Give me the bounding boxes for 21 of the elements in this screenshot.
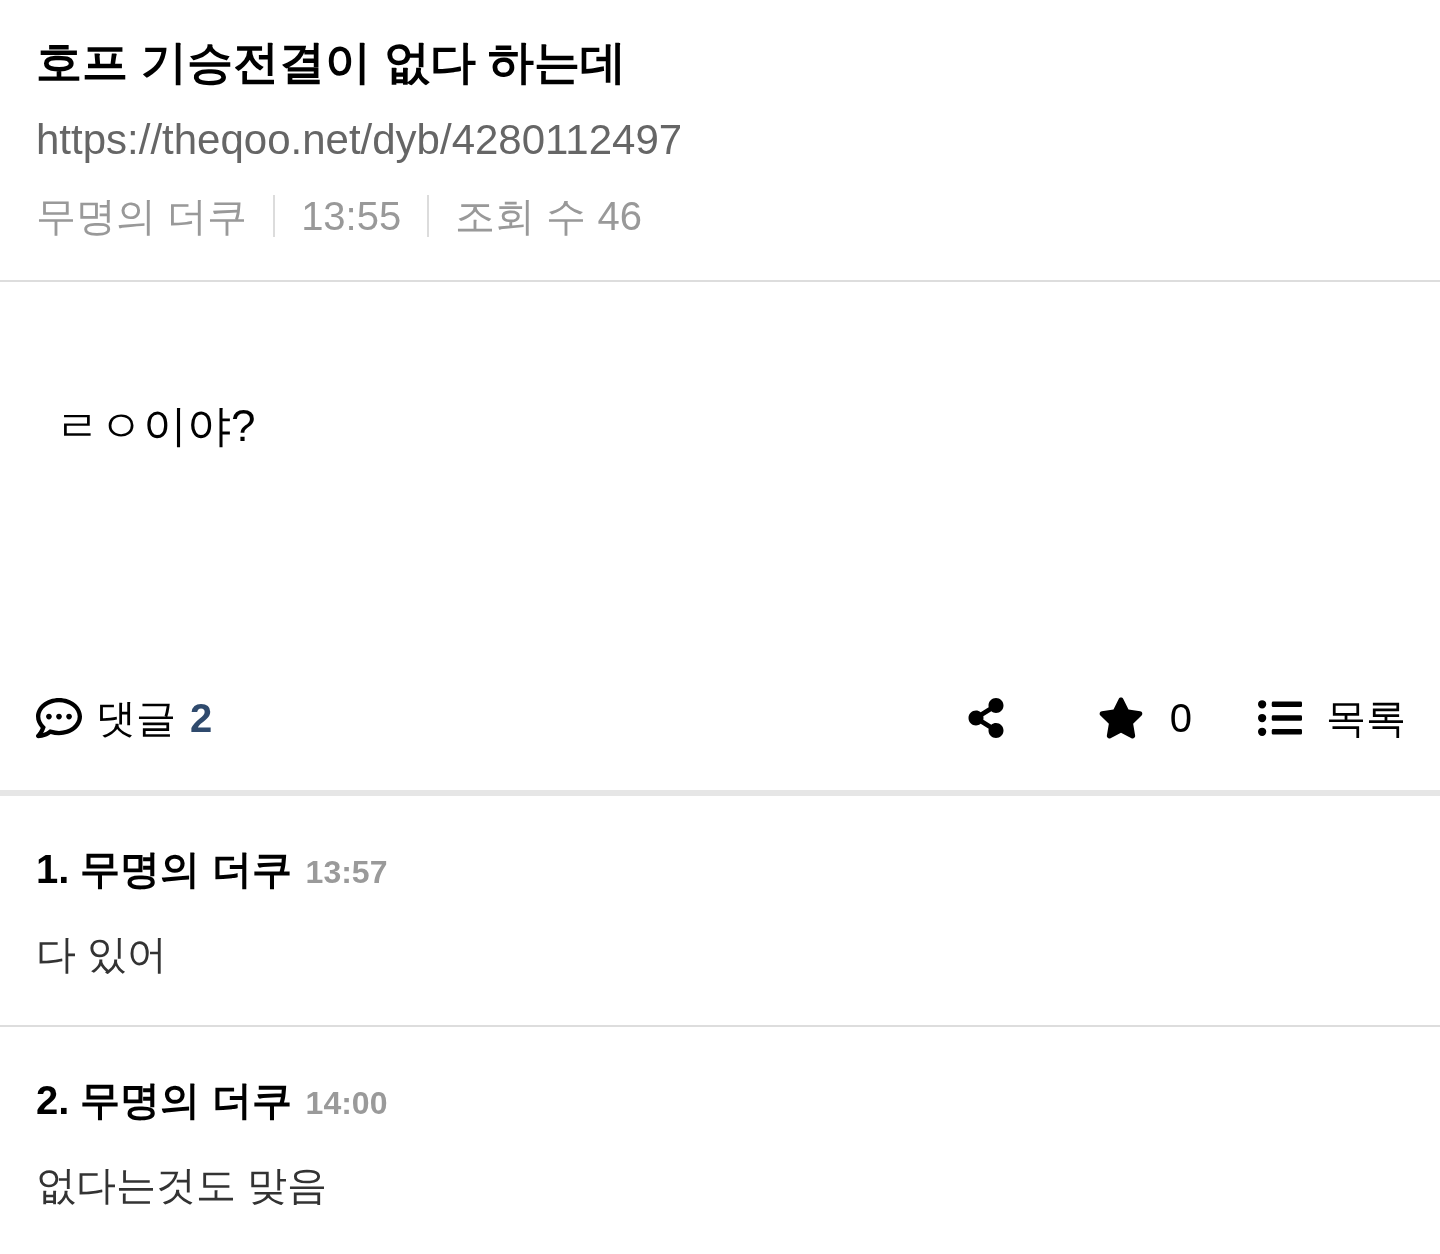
author-name: 무명의 더쿠: [36, 193, 248, 240]
meta-text: 조회 수 46: [455, 193, 642, 240]
star-icon: [1097, 695, 1144, 741]
post-title: 호프 기승전결이 없다 하는데: [36, 35, 627, 90]
favorite-count: 0: [1169, 695, 1192, 741]
speech-bubble-icon: [36, 695, 82, 741]
list-button[interactable]: 목록: [1258, 690, 1406, 746]
comments-label: 댓글: [96, 694, 176, 742]
post-url-link[interactable]: https://theqoo.net/dyb/4280112497: [36, 112, 683, 168]
meta-text: 13:55: [301, 193, 402, 240]
favorite-button[interactable]: 0: [1097, 695, 1192, 741]
comment-text: 없다는것도 맞음: [36, 1162, 328, 1209]
comment-time: 13:57: [305, 854, 388, 891]
comment-text: 다 있어: [36, 931, 168, 978]
comment-author: 2. 무명의 더쿠: [36, 1077, 292, 1124]
comment-time: 14:00: [305, 1085, 388, 1122]
post-body-text: ㄹㅇ이야?: [55, 400, 256, 452]
comments-link[interactable]: 댓글 2: [36, 690, 213, 746]
list-label: 목록: [1326, 694, 1406, 742]
comments-count: 2: [190, 695, 213, 741]
comment-author: 1. 무명의 더쿠: [36, 846, 292, 893]
